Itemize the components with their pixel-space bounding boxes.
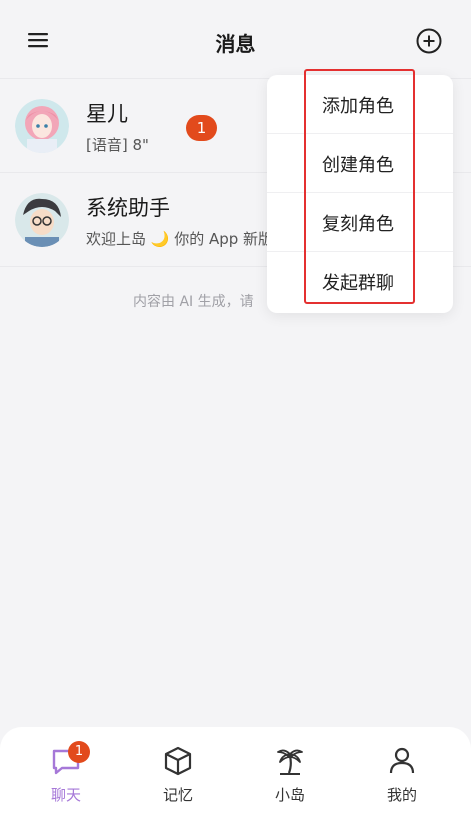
menu-item-label: 创建角色	[322, 155, 394, 176]
palm-tree-icon	[277, 749, 303, 775]
unread-badge: 1	[186, 115, 217, 141]
chat-name: 系统助手	[86, 196, 170, 220]
tab-chat[interactable]: 1 聊天	[26, 727, 106, 821]
menu-item-start-group-chat[interactable]: 发起群聊	[267, 252, 453, 311]
tab-me[interactable]: 我的	[362, 727, 442, 821]
menu-item-label: 发起群聊	[322, 273, 394, 294]
menu-item-clone-character[interactable]: 复刻角色	[267, 193, 453, 252]
person-icon	[389, 747, 415, 774]
menu-item-label: 添加角色	[322, 96, 394, 117]
top-bar: 消息	[0, 0, 471, 80]
tab-badge: 1	[68, 741, 90, 763]
tab-island[interactable]: 小岛	[250, 727, 330, 821]
cube-icon	[164, 746, 192, 776]
tab-memory[interactable]: 记忆	[138, 727, 218, 821]
avatar	[15, 99, 69, 153]
tab-label: 我的	[386, 786, 417, 804]
ai-disclaimer: 内容由 AI 生成，请	[133, 294, 254, 310]
menu-item-add-character[interactable]: 添加角色	[267, 75, 453, 134]
bottom-tab-bar: 1 聊天 记忆 小岛 我的	[0, 727, 471, 821]
menu-item-label: 复刻角色	[322, 214, 394, 235]
menu-item-create-character[interactable]: 创建角色	[267, 134, 453, 193]
add-menu-popup: 添加角色 创建角色 复刻角色 发起群聊	[267, 75, 453, 313]
tab-label: 记忆	[162, 786, 193, 804]
page-title: 消息	[215, 32, 256, 56]
avatar	[15, 193, 69, 247]
chat-name: 星儿	[86, 102, 128, 126]
tab-label: 小岛	[274, 786, 305, 804]
add-circle-icon[interactable]	[416, 28, 442, 54]
chat-preview: [语音] 8"	[86, 136, 149, 154]
tab-label: 聊天	[50, 786, 81, 804]
chat-preview: 欢迎上岛 🌙 你的 App 新版	[86, 230, 274, 248]
